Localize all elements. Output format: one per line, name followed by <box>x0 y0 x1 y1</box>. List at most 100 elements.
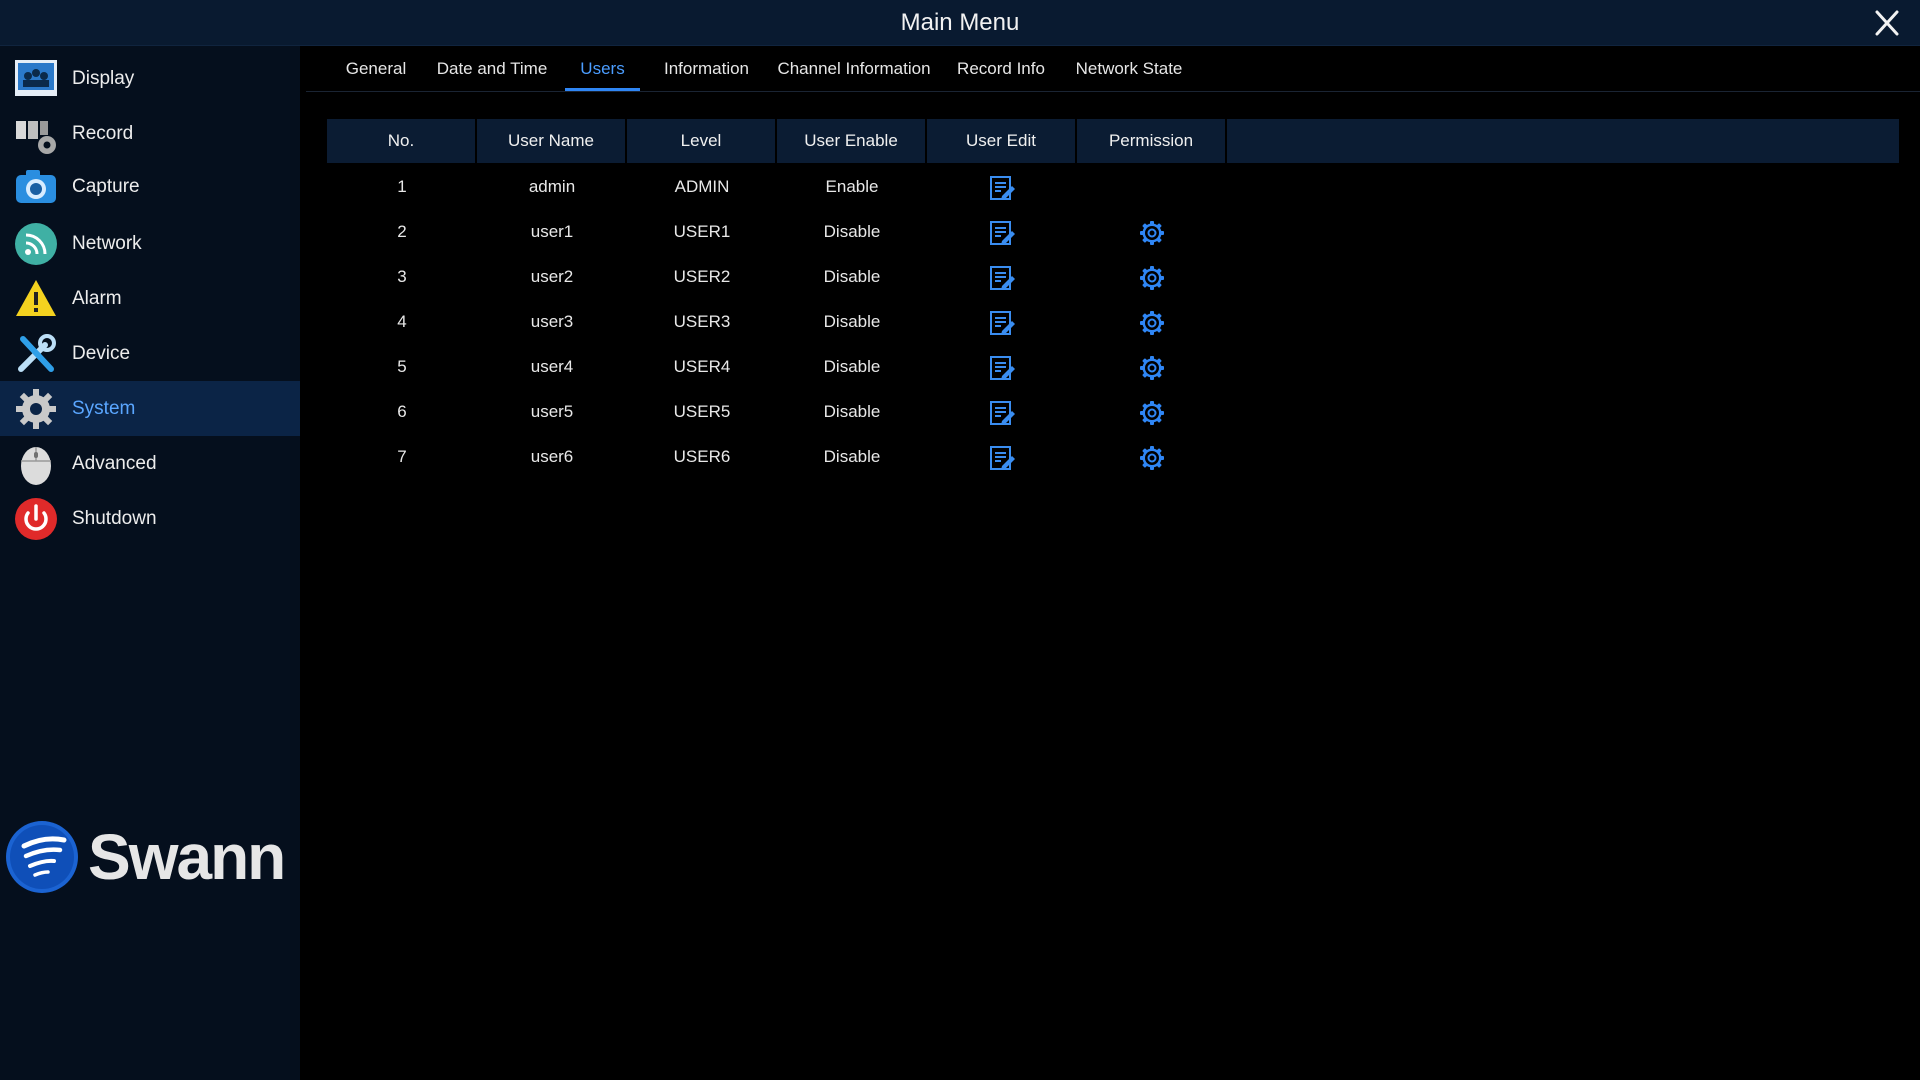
cell-user-enable: Disable <box>823 267 881 286</box>
table-row: 1 admin ADMIN Enable <box>327 164 1227 209</box>
cell-level: USER1 <box>673 222 731 241</box>
sidebar-item-display[interactable]: Display <box>0 51 300 106</box>
edit-user-icon[interactable] <box>988 444 1016 472</box>
cell-level: ADMIN <box>674 177 730 196</box>
tab-network-state[interactable]: Network State <box>1068 46 1190 91</box>
cell-user-enable: Disable <box>823 312 881 331</box>
cell-no: 3 <box>397 267 407 286</box>
edit-user-icon[interactable] <box>988 174 1016 202</box>
table-row: 5 user4 USER4 Disable <box>327 344 1227 389</box>
sidebar: Display Record Capture Network Alarm Dev… <box>0 46 300 1080</box>
sidebar-item-capture[interactable]: Capture <box>0 159 300 214</box>
cell-user-name: user6 <box>530 447 574 466</box>
edit-user-icon[interactable] <box>988 354 1016 382</box>
cell-no: 6 <box>397 402 407 421</box>
sidebar-item-shutdown[interactable]: Shutdown <box>0 491 300 546</box>
tab-channel-information[interactable]: Channel Information <box>773 46 935 91</box>
sidebar-item-network[interactable]: Network <box>0 216 300 271</box>
sidebar-item-label: Record <box>72 123 134 144</box>
column-header-user-edit: User Edit <box>927 119 1077 163</box>
tab-date-and-time[interactable]: Date and Time <box>430 46 554 91</box>
permission-gear-icon[interactable] <box>1138 444 1166 472</box>
cell-user-name: user1 <box>530 222 574 241</box>
gear-icon <box>13 386 59 432</box>
cell-permission <box>1077 209 1227 254</box>
cell-level: USER4 <box>673 357 731 376</box>
tab-general[interactable]: General <box>341 46 411 91</box>
table-row: 2 user1 USER1 Disable <box>327 209 1227 254</box>
device-icon <box>13 331 59 377</box>
cell-no: 1 <box>397 177 407 196</box>
cell-user-edit <box>927 209 1077 254</box>
permission-gear-icon[interactable] <box>1138 354 1166 382</box>
logo-wordmark: Swann <box>88 821 286 893</box>
cell-permission <box>1077 254 1227 299</box>
permission-gear-icon[interactable] <box>1138 264 1166 292</box>
network-icon <box>13 221 59 267</box>
table-row: 4 user3 USER3 Disable <box>327 299 1227 344</box>
cell-no: 2 <box>397 222 407 241</box>
sidebar-item-label: Advanced <box>72 453 157 474</box>
tab-record-info[interactable]: Record Info <box>951 46 1051 91</box>
power-icon <box>13 496 59 542</box>
sidebar-item-label: Device <box>72 343 131 364</box>
cell-user-name: user2 <box>530 267 574 286</box>
mouse-icon <box>13 441 59 487</box>
alarm-icon <box>13 276 59 322</box>
tab-information[interactable]: Information <box>655 46 758 91</box>
cell-user-edit <box>927 344 1077 389</box>
cell-user-edit <box>927 299 1077 344</box>
cell-level: USER2 <box>673 267 731 286</box>
display-icon <box>13 56 59 102</box>
table-row: 3 user2 USER2 Disable <box>327 254 1227 299</box>
cell-user-enable: Disable <box>823 447 881 466</box>
cell-permission <box>1077 344 1227 389</box>
users-table-header: No. User Name Level User Enable User Edi… <box>327 119 1899 163</box>
cell-user-name: user4 <box>530 357 574 376</box>
cell-permission <box>1077 164 1227 209</box>
sidebar-item-device[interactable]: Device <box>0 326 300 381</box>
column-header-level: Level <box>627 119 777 163</box>
table-row: 7 user6 USER6 Disable <box>327 434 1227 479</box>
tab-bar: General Date and Time Users Information … <box>306 46 1920 92</box>
sidebar-item-system[interactable]: System <box>0 381 300 436</box>
sidebar-item-label: Display <box>72 68 135 89</box>
sidebar-item-advanced[interactable]: Advanced <box>0 436 300 491</box>
cell-user-edit <box>927 164 1077 209</box>
edit-user-icon[interactable] <box>988 309 1016 337</box>
brand-logo: Swann <box>4 818 300 896</box>
record-icon <box>13 111 59 157</box>
cell-user-edit <box>927 389 1077 434</box>
cell-level: USER6 <box>673 447 731 466</box>
sidebar-item-record[interactable]: Record <box>0 106 300 161</box>
cell-level: USER5 <box>673 402 731 421</box>
tab-users[interactable]: Users <box>565 46 640 91</box>
column-header-no: No. <box>327 119 477 163</box>
cell-user-enable: Disable <box>823 222 881 241</box>
title-bar: Main Menu <box>0 0 1920 46</box>
cell-user-edit <box>927 254 1077 299</box>
sidebar-item-label: System <box>72 398 136 419</box>
cell-no: 4 <box>397 312 407 331</box>
swann-logo-icon <box>6 821 78 893</box>
cell-level: USER3 <box>673 312 731 331</box>
camera-icon <box>13 164 59 210</box>
permission-gear-icon[interactable] <box>1138 399 1166 427</box>
edit-user-icon[interactable] <box>988 399 1016 427</box>
sidebar-item-label: Network <box>72 233 142 254</box>
cell-permission <box>1077 299 1227 344</box>
edit-user-icon[interactable] <box>988 264 1016 292</box>
sidebar-item-alarm[interactable]: Alarm <box>0 271 300 326</box>
cell-user-name: admin <box>528 177 576 196</box>
permission-gear-icon[interactable] <box>1138 309 1166 337</box>
cell-no: 5 <box>397 357 407 376</box>
sidebar-item-label: Shutdown <box>72 508 157 529</box>
permission-gear-icon[interactable] <box>1138 219 1166 247</box>
column-header-user-name: User Name <box>477 119 627 163</box>
cell-user-edit <box>927 434 1077 479</box>
table-row: 6 user5 USER5 Disable <box>327 389 1227 434</box>
cell-user-name: user5 <box>530 402 574 421</box>
edit-user-icon[interactable] <box>988 219 1016 247</box>
close-icon[interactable] <box>1870 7 1904 39</box>
cell-permission <box>1077 389 1227 434</box>
